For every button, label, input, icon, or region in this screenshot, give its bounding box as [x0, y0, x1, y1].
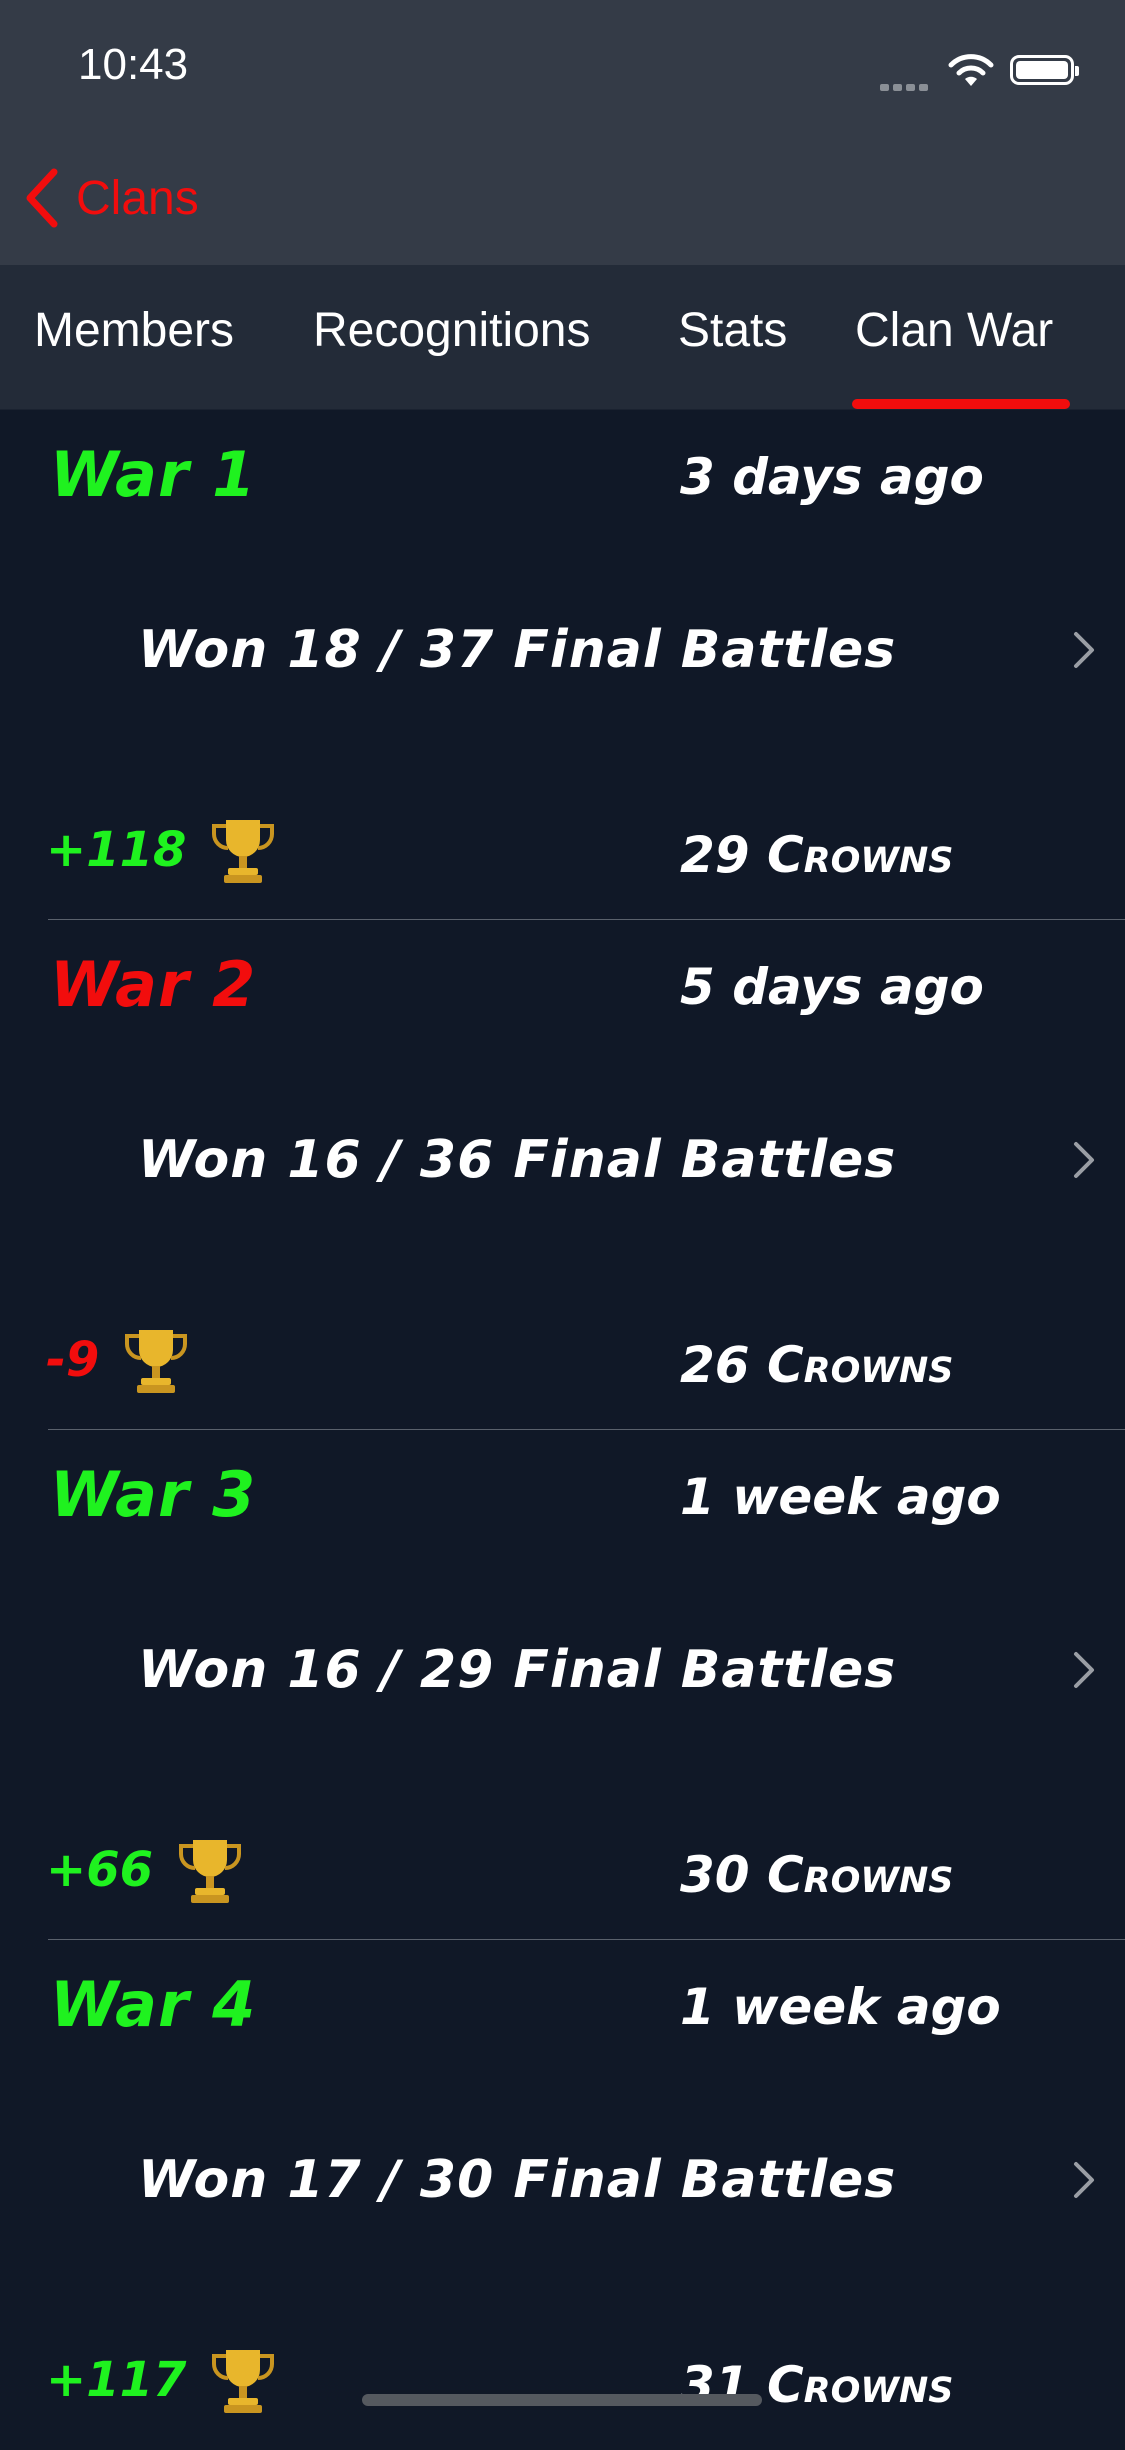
trophy-change: -9 [46, 1320, 191, 1400]
tab-members[interactable]: Members [34, 303, 234, 358]
war-title: War 3 [50, 1458, 257, 1531]
tab-bar: Members Recognitions Stats Clan War [0, 265, 1125, 410]
trophy-icon [125, 1330, 188, 1393]
final-battles-text: Won 16 / 36 Final Battles [138, 1130, 897, 1190]
chevron-right-icon [1074, 2162, 1094, 2198]
final-battles-row[interactable]: Won 16 / 36 Final Battles [138, 1120, 1098, 1200]
trophy-delta: +117 [46, 2352, 187, 2408]
chevron-right-icon [1074, 632, 1094, 668]
war-time-ago: 1 week ago [680, 1978, 1001, 2036]
war-card: War 2 5 days ago Won 16 / 36 Final Battl… [0, 920, 1125, 1430]
final-battles-row[interactable]: Won 17 / 30 Final Battles [138, 2140, 1098, 2220]
tab-clan-war[interactable]: Clan War [855, 303, 1053, 358]
trophy-change: +118 [46, 810, 278, 890]
trophy-icon [179, 1840, 242, 1903]
final-battles-text: Won 17 / 30 Final Battles [138, 2150, 897, 2210]
wifi-icon [948, 54, 994, 86]
war-time-ago: 1 week ago [680, 1468, 1001, 1526]
war-card: War 3 1 week ago Won 16 / 29 Final Battl… [0, 1430, 1125, 1940]
crowns-count: 29 Crowns [680, 826, 954, 884]
home-indicator[interactable] [362, 2394, 762, 2406]
war-card: War 1 3 days ago Won 18 / 37 Final Battl… [0, 410, 1125, 920]
final-battles-row[interactable]: Won 18 / 37 Final Battles [138, 610, 1098, 690]
battery-icon [1010, 55, 1079, 85]
chevron-right-icon [1074, 1652, 1094, 1688]
final-battles-row[interactable]: Won 16 / 29 Final Battles [138, 1630, 1098, 1710]
final-battles-text: Won 18 / 37 Final Battles [138, 620, 897, 680]
tab-selected-indicator [852, 399, 1070, 409]
war-time-ago: 5 days ago [680, 958, 984, 1016]
crowns-count: 30 Crowns [680, 1846, 954, 1904]
trophy-icon [212, 820, 275, 883]
trophy-delta: -9 [46, 1332, 100, 1388]
navigation-bar: Clans [0, 130, 1125, 265]
cellular-signal-icon [880, 76, 932, 95]
back-label: Clans [76, 171, 199, 225]
chevron-right-icon [1074, 1142, 1094, 1178]
back-button[interactable]: Clans [22, 166, 199, 230]
trophy-delta: +66 [46, 1842, 154, 1898]
war-title: War 4 [50, 1968, 257, 2041]
status-time: 10:43 [78, 40, 189, 89]
status-bar: 10:43 [0, 0, 1125, 130]
war-title: War 2 [50, 948, 257, 1021]
crowns-count: 26 Crowns [680, 1336, 954, 1394]
tab-recognitions[interactable]: Recognitions [313, 303, 591, 358]
trophy-icon [212, 2350, 275, 2413]
tab-stats[interactable]: Stats [678, 303, 787, 358]
trophy-change: +66 [46, 1830, 245, 1910]
trophy-change: +117 [46, 2340, 278, 2420]
war-time-ago: 3 days ago [680, 448, 984, 506]
final-battles-text: Won 16 / 29 Final Battles [138, 1640, 897, 1700]
war-card: War 4 1 week ago Won 17 / 30 Final Battl… [0, 1940, 1125, 2450]
chevron-left-icon [26, 168, 58, 228]
trophy-delta: +118 [46, 822, 187, 878]
war-title: War 1 [50, 438, 257, 511]
